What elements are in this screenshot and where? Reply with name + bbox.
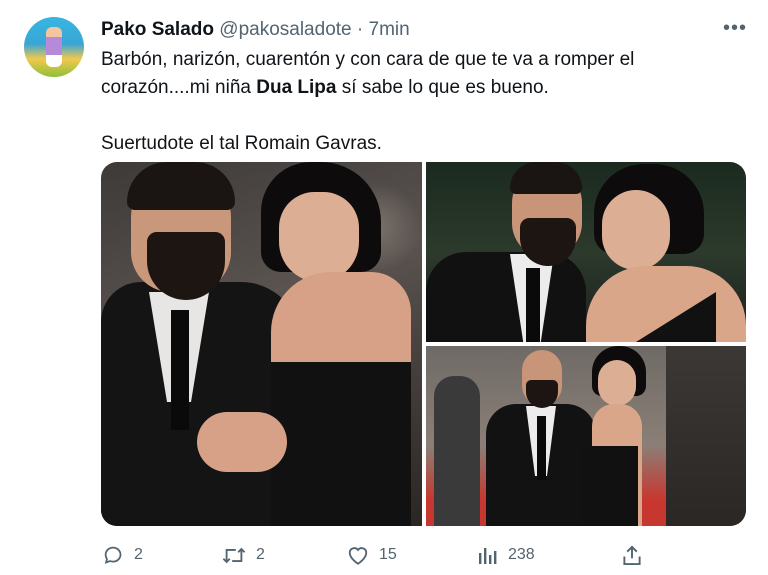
tweet-text-bold: Dua Lipa xyxy=(256,77,337,98)
tweet-paragraph-2: Suertudote el tal Romain Gavras. xyxy=(101,133,382,154)
like-count: 15 xyxy=(379,546,397,563)
photo-3-man-tie xyxy=(537,416,546,480)
retweet-button[interactable]: 2 xyxy=(222,540,265,570)
photo-2-man-suit xyxy=(426,252,586,342)
photo-2-man-hair xyxy=(510,162,582,194)
photo-3-woman-dress xyxy=(582,446,638,526)
photo-3[interactable] xyxy=(426,346,746,526)
share-button[interactable] xyxy=(622,540,642,570)
photo-1-woman-dress xyxy=(271,362,411,526)
photo-1-man-tie xyxy=(171,310,189,430)
reply-icon xyxy=(104,546,122,564)
photo-2-man-tie xyxy=(526,268,540,342)
photo-2-woman-face xyxy=(602,190,670,270)
action-bar: 2 2 15 238 xyxy=(0,540,768,574)
tweet-text-part2: sí sabe lo que es bueno. xyxy=(336,77,549,98)
photo-3-bg-person xyxy=(434,376,480,526)
tweet-header: Pako Salado @pakosaladote · 7min xyxy=(101,18,410,42)
author-name[interactable]: Pako Salado xyxy=(101,19,214,40)
photo-1[interactable] xyxy=(101,162,422,526)
like-button[interactable]: 15 xyxy=(347,540,397,570)
photo-3-bg-column xyxy=(666,346,746,526)
tweet-text: Barbón, narizón, cuarentón y con cara de… xyxy=(101,46,741,158)
reply-button[interactable]: 2 xyxy=(103,540,143,570)
tweet[interactable]: Pako Salado @pakosaladote · 7min ••• Bar… xyxy=(0,0,768,575)
photo-1-hand xyxy=(197,412,287,472)
heart-icon xyxy=(348,546,368,565)
analytics-icon xyxy=(479,548,497,564)
tweet-time[interactable]: 7min xyxy=(369,19,410,40)
photo-3-woman-face xyxy=(598,360,636,406)
retweet-count: 2 xyxy=(256,546,265,563)
retweet-icon xyxy=(222,547,246,563)
header-separator: · xyxy=(356,19,364,40)
share-icon xyxy=(623,545,641,565)
avatar[interactable] xyxy=(24,17,84,77)
tweet-paragraph-1: Barbón, narizón, cuarentón y con cara de… xyxy=(101,46,741,102)
views-count: 238 xyxy=(508,546,535,563)
photo-1-woman-face xyxy=(279,192,359,282)
reply-count: 2 xyxy=(134,546,143,563)
views-button[interactable]: 238 xyxy=(478,540,535,570)
author-handle[interactable]: @pakosaladote xyxy=(219,19,351,40)
photo-1-man-hair xyxy=(127,162,235,210)
photo-2[interactable] xyxy=(426,162,746,342)
media-grid[interactable] xyxy=(101,162,746,526)
avatar-figure xyxy=(46,27,62,67)
more-options-icon[interactable]: ••• xyxy=(723,18,747,38)
